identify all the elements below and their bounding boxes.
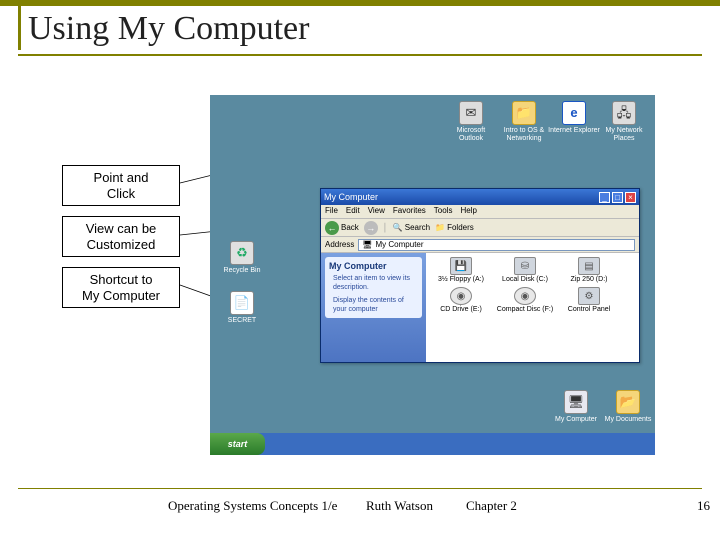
side-text: Display the contents of your computer xyxy=(329,296,418,314)
icon-label: Recycle Bin xyxy=(216,267,268,275)
menu-edit[interactable]: Edit xyxy=(346,206,360,217)
start-button[interactable]: start xyxy=(210,433,265,455)
icon-label: My Computer xyxy=(550,416,602,424)
drive-control[interactable]: ⚙Control Panel xyxy=(558,287,620,313)
window-title-text: My Computer xyxy=(324,192,378,202)
desktop-icon-recycle[interactable]: ♻ Recycle Bin xyxy=(216,241,268,275)
icon-label: My Network Places xyxy=(598,127,650,142)
drive-label: CD Drive (E:) xyxy=(430,306,492,313)
footer-book: Operating Systems Concepts 1/e xyxy=(168,498,337,514)
forward-arrow-icon: → xyxy=(364,221,378,235)
back-label: Back xyxy=(341,223,359,232)
drive-label: Compact Disc (F:) xyxy=(494,306,556,313)
search-button[interactable]: 🔍Search xyxy=(393,223,430,232)
back-arrow-icon: ← xyxy=(325,221,339,235)
network-icon: 🖧 xyxy=(612,101,636,125)
ie-icon: e xyxy=(562,101,586,125)
icon-label: Microsoft Outlook xyxy=(445,127,497,142)
folders-button[interactable]: 📁Folders xyxy=(435,223,474,232)
hdd-icon: ⛁ xyxy=(514,257,536,275)
toolbar: ←Back → │ 🔍Search 📁Folders xyxy=(321,219,639,237)
recycle-icon: ♻ xyxy=(230,241,254,265)
side-panel-box: My Computer Select an item to view its d… xyxy=(325,257,422,318)
icon-label: Internet Explorer xyxy=(548,127,600,135)
address-label: Address xyxy=(325,240,354,249)
address-field[interactable]: 🖥 My Computer xyxy=(358,239,635,251)
drive-label: 3½ Floppy (A:) xyxy=(430,276,492,283)
desktop-icon-mycomputer[interactable]: 🖥 My Computer xyxy=(550,390,602,424)
menu-tools[interactable]: Tools xyxy=(434,206,453,217)
floppy-icon: 💾 xyxy=(450,257,472,275)
address-value: My Computer xyxy=(376,240,424,249)
address-bar: Address 🖥 My Computer xyxy=(321,237,639,253)
control-panel-icon: ⚙ xyxy=(578,287,600,305)
drive-label: Zip 250 (D:) xyxy=(558,276,620,283)
taskbar: start xyxy=(210,433,655,455)
forward-button[interactable]: → xyxy=(364,221,378,235)
desktop-screenshot: ✉ Microsoft Outlook 📁 Intro to OS & Netw… xyxy=(210,95,655,455)
menubar: File Edit View Favorites Tools Help xyxy=(321,205,639,219)
footer-chapter: Chapter 2 xyxy=(466,498,517,514)
side-heading: My Computer xyxy=(329,261,418,271)
drive-label: Local Disk (C:) xyxy=(494,276,556,283)
drive-cd[interactable]: ◉CD Drive (E:) xyxy=(430,287,492,313)
desktop-icon-intro[interactable]: 📁 Intro to OS & Networking xyxy=(498,101,550,142)
menu-file[interactable]: File xyxy=(325,206,338,217)
icon-label: Intro to OS & Networking xyxy=(498,127,550,142)
folder-icon: 📂 xyxy=(616,390,640,414)
drive-floppy[interactable]: 💾3½ Floppy (A:) xyxy=(430,257,492,283)
menu-favorites[interactable]: Favorites xyxy=(393,206,426,217)
drive-local[interactable]: ⛁Local Disk (C:) xyxy=(494,257,556,283)
folder-icon: 📁 xyxy=(512,101,536,125)
desktop-icon-outlook[interactable]: ✉ Microsoft Outlook xyxy=(445,101,497,142)
search-label: Search xyxy=(405,223,430,232)
footer-author: Ruth Watson xyxy=(366,498,433,514)
folders-label: Folders xyxy=(447,223,474,232)
mycomputer-window: My Computer _ □ × File Edit View Favorit… xyxy=(320,188,640,363)
icon-label: SECRET xyxy=(216,317,268,325)
side-panel: My Computer Select an item to view its d… xyxy=(321,253,426,362)
desktop-icon-network[interactable]: 🖧 My Network Places xyxy=(598,101,650,142)
drive-label: Control Panel xyxy=(558,306,620,313)
side-text: Select an item to view its description. xyxy=(329,274,418,292)
computer-icon: 🖥 xyxy=(362,240,372,249)
desktop-icon-ie[interactable]: e Internet Explorer xyxy=(548,101,600,135)
window-titlebar[interactable]: My Computer _ □ × xyxy=(321,189,639,205)
minimize-button[interactable]: _ xyxy=(599,192,610,203)
drive-pane: 💾3½ Floppy (A:) ⛁Local Disk (C:) ▤Zip 25… xyxy=(426,253,639,362)
desktop-icon-secret[interactable]: 📄 SECRET xyxy=(216,291,268,325)
icon-label: My Documents xyxy=(602,416,654,424)
outlook-icon: ✉ xyxy=(459,101,483,125)
page-number: 16 xyxy=(697,498,710,514)
document-icon: 📄 xyxy=(230,291,254,315)
back-button[interactable]: ←Back xyxy=(325,221,359,235)
cd-icon: ◉ xyxy=(514,287,536,305)
drive-compact[interactable]: ◉Compact Disc (F:) xyxy=(494,287,556,313)
maximize-button[interactable]: □ xyxy=(612,192,623,203)
close-button[interactable]: × xyxy=(625,192,636,203)
menu-view[interactable]: View xyxy=(368,206,385,217)
cd-icon: ◉ xyxy=(450,287,472,305)
separator-icon: │ xyxy=(383,223,388,232)
desktop-icon-mydocs[interactable]: 📂 My Documents xyxy=(602,390,654,424)
drive-zip[interactable]: ▤Zip 250 (D:) xyxy=(558,257,620,283)
window-body: My Computer Select an item to view its d… xyxy=(321,253,639,362)
zip-icon: ▤ xyxy=(578,257,600,275)
computer-icon: 🖥 xyxy=(564,390,588,414)
footer-rule xyxy=(18,488,702,489)
menu-help[interactable]: Help xyxy=(460,206,476,217)
